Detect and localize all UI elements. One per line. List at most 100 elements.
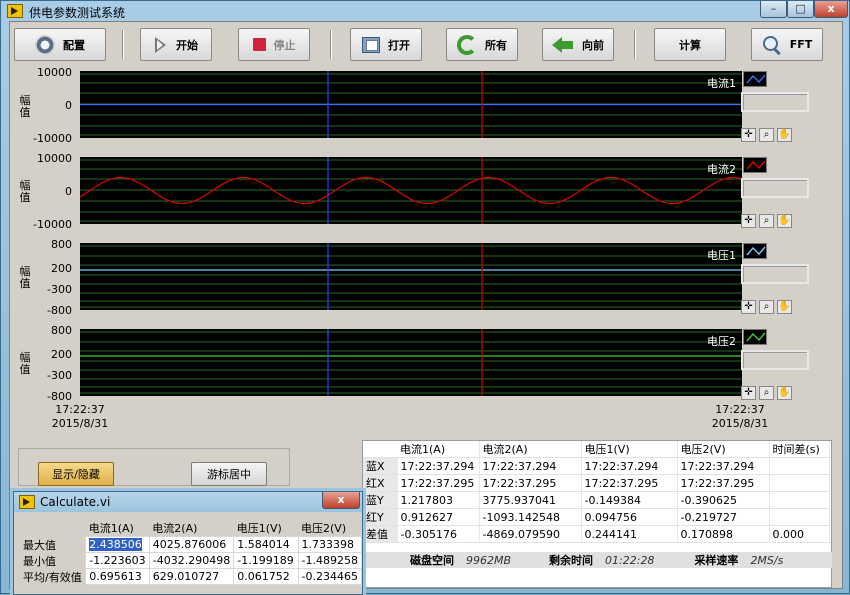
calculate-close-button[interactable]: x — [322, 492, 360, 509]
row-header: 红Y — [363, 508, 398, 526]
plot-canvas — [80, 157, 742, 224]
table-cell[interactable]: -1.199189 — [233, 552, 299, 569]
table-header-row: 电流1(A) 电流2(A) 电压1(V) 电压2(V) 时间差(s) — [363, 441, 830, 458]
table-cell[interactable] — [769, 508, 830, 526]
table-cell[interactable]: 17:22:37.294 — [397, 457, 480, 475]
close-button[interactable]: x — [814, 1, 848, 18]
zoom-icon[interactable]: ⌕ — [759, 128, 774, 142]
table-cell[interactable]: -4869.079590 — [479, 525, 582, 543]
table-cell[interactable]: 0.244141 — [581, 525, 678, 543]
table-cell[interactable]: 3775.937041 — [479, 491, 582, 509]
legend-line — [746, 246, 766, 256]
show-hide-button[interactable]: 显示/隐藏 — [38, 462, 114, 486]
calculate-window-title: Calculate.vi — [40, 495, 111, 509]
table-cell[interactable]: -0.305176 — [397, 525, 480, 543]
table-cell[interactable]: 1.733398 — [297, 536, 363, 553]
crosshair-icon[interactable]: ✛ — [741, 300, 756, 314]
legend-line-icon — [746, 332, 766, 342]
x-end-time: 17:22:37 — [715, 403, 765, 416]
table-cell[interactable]: -1.489258 — [297, 552, 363, 569]
zoom-icon[interactable]: ⌕ — [759, 300, 774, 314]
table-cell[interactable] — [769, 457, 830, 475]
plot2-scale-box[interactable] — [741, 178, 809, 198]
fft-button[interactable]: FFT — [751, 28, 823, 61]
maximize-button[interactable]: □ — [787, 1, 814, 18]
open-button[interactable]: 打开 — [350, 28, 422, 61]
compute-button[interactable]: 计算 — [654, 28, 726, 61]
all-button[interactable]: 所有 — [446, 28, 518, 61]
plot4-legend-swatch[interactable] — [743, 329, 767, 345]
current2-graph[interactable]: 电流2 — [80, 157, 742, 224]
hand-icon[interactable]: ✋ — [777, 300, 792, 314]
table-cell[interactable]: -4032.290498 — [148, 552, 235, 569]
table-cell[interactable]: -1093.142548 — [479, 508, 582, 526]
table-cell-selected[interactable]: 2.438506 — [89, 538, 142, 551]
back-arrow-icon — [552, 36, 574, 54]
plot4-scale-box[interactable] — [741, 350, 809, 370]
plot3-legend-swatch[interactable] — [743, 243, 767, 259]
table-cell[interactable]: 0.000 — [769, 525, 830, 543]
plot1-scale-box[interactable] — [741, 92, 809, 112]
stop-icon — [252, 38, 266, 51]
table-cell[interactable]: 0.912627 — [397, 508, 480, 526]
start-button[interactable]: 开始 — [140, 28, 212, 61]
table-cell[interactable]: 17:22:37.295 — [479, 474, 582, 492]
row-header: 差值 — [363, 525, 398, 543]
config-button-label: 配置 — [63, 38, 85, 52]
minimize-button[interactable]: – — [760, 1, 787, 18]
plot3-scale-box[interactable] — [741, 264, 809, 284]
table-cell[interactable]: 17:22:37.295 — [397, 474, 480, 492]
plot1-name: 电流1 — [707, 77, 736, 90]
table-cell[interactable]: -0.234465 — [297, 568, 363, 585]
table-cell[interactable]: -0.390625 — [677, 491, 770, 509]
crosshair-icon[interactable]: ✛ — [741, 128, 756, 142]
table-cell[interactable] — [769, 474, 830, 492]
table-cell[interactable]: -0.219727 — [677, 508, 770, 526]
table-cell[interactable]: -1.223603 — [85, 552, 150, 569]
current1-graph[interactable]: 电流1 — [80, 71, 742, 138]
table-cell[interactable]: 0.170898 — [677, 525, 770, 543]
forward-button[interactable]: 向前 — [542, 28, 614, 61]
hand-icon[interactable]: ✋ — [777, 128, 792, 142]
config-button[interactable]: 配置 — [14, 28, 106, 61]
table-row: 蓝X 17:22:37.294 17:22:37.294 17:22:37.29… — [363, 457, 830, 475]
row-header: 最小值 — [23, 554, 56, 568]
table-cell[interactable] — [769, 491, 830, 509]
table-cell[interactable]: 17:22:37.295 — [581, 474, 678, 492]
voltage1-graph[interactable]: 电压1 — [80, 243, 742, 310]
row-header: 平均/有效值 — [23, 570, 82, 584]
table-cell[interactable]: -0.149384 — [581, 491, 678, 509]
plot3-graph-palette: ✛ ⌕ ✋ — [741, 300, 795, 314]
plot2-legend-swatch[interactable] — [743, 157, 767, 173]
hand-icon[interactable]: ✋ — [777, 214, 792, 228]
table-cell[interactable]: 0.061752 — [233, 568, 299, 585]
table-header-cell: 电压1(V) — [581, 441, 678, 458]
start-button-label: 开始 — [176, 38, 198, 52]
table-cell[interactable]: 1.584014 — [233, 536, 299, 553]
table-cell[interactable]: 17:22:37.294 — [581, 457, 678, 475]
table-cell[interactable]: 4025.876006 — [148, 536, 235, 553]
table-header-row: 电流1(A) 电流2(A) 电压1(V) 电压2(V) — [20, 520, 362, 537]
x-start-date: 2015/8/31 — [51, 417, 109, 430]
zoom-icon[interactable]: ⌕ — [759, 386, 774, 400]
voltage2-graph[interactable]: 电压2 — [80, 329, 742, 396]
rate-label: 采样速率 — [694, 554, 739, 567]
stop-button[interactable]: 停止 — [238, 28, 310, 61]
crosshair-icon[interactable]: ✛ — [741, 386, 756, 400]
x-start-time: 17:22:37 — [55, 403, 105, 416]
center-cursor-button[interactable]: 游标居中 — [191, 462, 267, 486]
plot3-ytick: 800 — [51, 238, 72, 251]
crosshair-icon[interactable]: ✛ — [741, 214, 756, 228]
table-cell[interactable]: 17:22:37.294 — [479, 457, 582, 475]
hand-icon[interactable]: ✋ — [777, 386, 792, 400]
table-cell[interactable]: 17:22:37.295 — [677, 474, 770, 492]
table-cell[interactable]: 0.094756 — [581, 508, 678, 526]
table-header-cell: 电流1(A) — [88, 522, 134, 535]
table-cell[interactable]: 0.695613 — [85, 568, 150, 585]
zoom-icon[interactable]: ⌕ — [759, 214, 774, 228]
table-cell[interactable]: 17:22:37.294 — [677, 457, 770, 475]
plot4-name: 电压2 — [707, 335, 736, 348]
table-cell[interactable]: 629.010727 — [148, 568, 235, 585]
table-cell[interactable]: 1.217803 — [397, 491, 480, 509]
plot1-legend-swatch[interactable] — [743, 71, 767, 87]
